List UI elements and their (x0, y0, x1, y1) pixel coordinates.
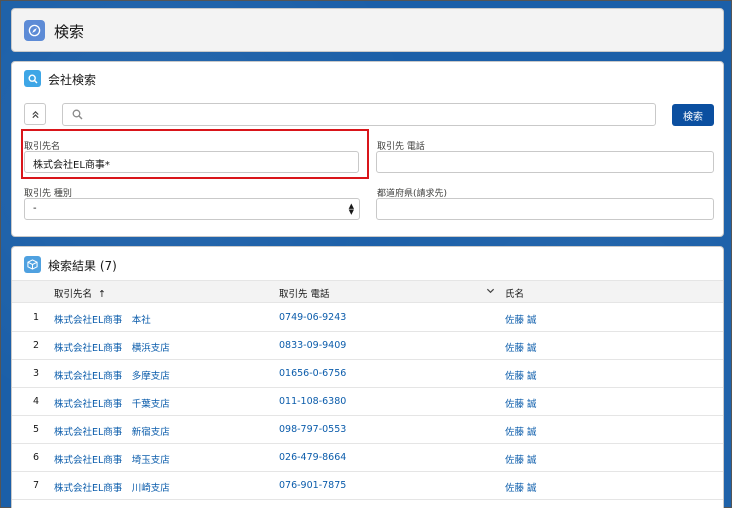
account-name-link[interactable]: 株式会社EL商事 千葉支店 (54, 396, 170, 410)
account-phone-link[interactable]: 011-108-6380 (279, 396, 346, 407)
account-phone-field[interactable] (376, 151, 714, 173)
compass-icon (24, 20, 45, 41)
page-title: 検索 (54, 23, 85, 41)
table-row: 4 株式会社EL商事 千葉支店 011-108-6380 佐藤 誠 (12, 388, 723, 416)
row-number: 2 (32, 340, 40, 351)
table-row: 7 株式会社EL商事 川崎支店 076-901-7875 佐藤 誠 (12, 472, 723, 500)
magnifier-icon (72, 109, 83, 120)
search-button[interactable]: 検索 (672, 104, 714, 126)
owner-link[interactable]: 佐藤 誠 (505, 396, 537, 410)
row-number: 4 (32, 396, 40, 407)
account-phone-link[interactable]: 098-797-0553 (279, 424, 346, 435)
prefecture-field[interactable] (376, 198, 714, 220)
cube-icon (24, 256, 41, 273)
account-type-value: - (33, 203, 37, 214)
account-name-link[interactable]: 株式会社EL商事 多摩支店 (54, 368, 170, 382)
column-header-phone[interactable]: 取引先 電話 (279, 286, 330, 300)
row-number: 6 (32, 452, 40, 463)
row-number: 5 (32, 424, 40, 435)
column-header-owner[interactable]: 氏名 (505, 286, 524, 300)
owner-link[interactable]: 佐藤 誠 (505, 424, 537, 438)
collapse-button[interactable] (24, 103, 46, 125)
account-phone-link[interactable]: 01656-0-6756 (279, 368, 346, 379)
table-row: 6 株式会社EL商事 埼玉支店 026-479-8664 佐藤 誠 (12, 444, 723, 472)
company-search-panel: 会社検索 検索 取引先名 株式会社EL商事* 取引先 電話 取引先 種別 - ▲… (11, 61, 724, 237)
table-row: 5 株式会社EL商事 新宿支店 098-797-0553 佐藤 誠 (12, 416, 723, 444)
column-name-label: 取引先名 (54, 289, 93, 300)
account-name-link[interactable]: 株式会社EL商事 埼玉支店 (54, 452, 170, 466)
account-name-link[interactable]: 株式会社EL商事 本社 (54, 312, 151, 326)
account-phone-link[interactable]: 026-479-8664 (279, 452, 346, 463)
results-table-header: 取引先名 ↑ 取引先 電話 氏名 (12, 280, 723, 303)
search-results-panel: 検索結果 (7) 取引先名 ↑ 取引先 電話 氏名 1 株式会社EL商事 本社 … (11, 246, 724, 508)
account-phone-link[interactable]: 0833-09-9409 (279, 340, 346, 351)
sort-arrow-icon: ↑ (98, 289, 107, 300)
owner-link[interactable]: 佐藤 誠 (505, 452, 537, 466)
account-phone-link[interactable]: 0749-06-9243 (279, 312, 346, 323)
account-name-link[interactable]: 株式会社EL商事 横浜支店 (54, 340, 170, 354)
search-panel-title: 会社検索 (48, 73, 97, 87)
page-header: 検索 (11, 8, 724, 52)
row-number: 1 (32, 312, 40, 323)
row-number: 7 (32, 480, 40, 491)
select-arrows-icon: ▲ ▼ (348, 202, 354, 216)
account-phone-link[interactable]: 076-901-7875 (279, 480, 346, 491)
owner-link[interactable]: 佐藤 誠 (505, 340, 537, 354)
results-title: 検索結果 (7) (48, 259, 117, 273)
column-header-name[interactable]: 取引先名 ↑ (54, 286, 106, 300)
keyword-search-input[interactable] (89, 106, 649, 123)
search-icon (24, 70, 41, 87)
keyword-search-box[interactable] (62, 103, 656, 126)
row-number: 3 (32, 368, 40, 379)
account-type-select[interactable]: - ▲ ▼ (24, 198, 360, 220)
highlight-box (21, 129, 369, 179)
account-name-link[interactable]: 株式会社EL商事 新宿支店 (54, 424, 170, 438)
table-row: 2 株式会社EL商事 横浜支店 0833-09-9409 佐藤 誠 (12, 332, 723, 360)
double-chevron-up-icon (31, 110, 39, 118)
owner-link[interactable]: 佐藤 誠 (505, 368, 537, 382)
table-row: 3 株式会社EL商事 多摩支店 01656-0-6756 佐藤 誠 (12, 360, 723, 388)
owner-link[interactable]: 佐藤 誠 (505, 480, 537, 494)
account-name-link[interactable]: 株式会社EL商事 川崎支店 (54, 480, 170, 494)
column-menu-chevron-icon[interactable] (486, 286, 495, 298)
table-row: 1 株式会社EL商事 本社 0749-06-9243 佐藤 誠 (12, 304, 723, 332)
owner-link[interactable]: 佐藤 誠 (505, 312, 537, 326)
